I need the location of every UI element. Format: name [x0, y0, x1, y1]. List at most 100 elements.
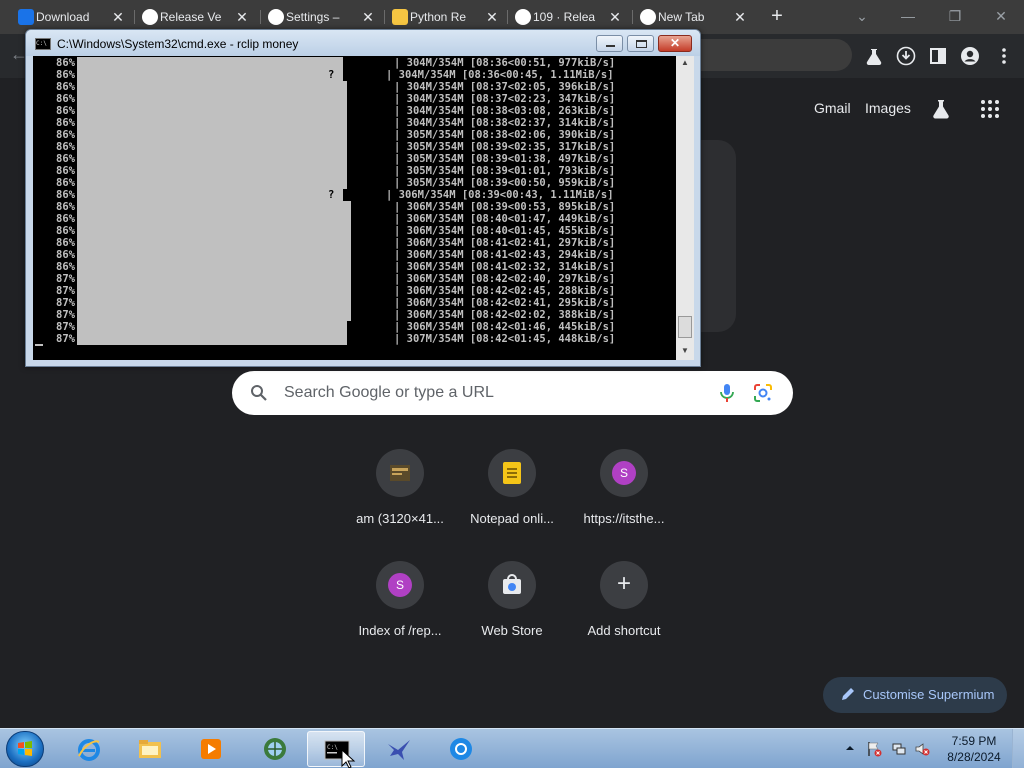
progress-bar-fill: [77, 237, 351, 249]
transfer-stats: | 305M/354M [08:39<02:35, 317kiB/s]: [394, 141, 616, 153]
shortcut-label: Web Store: [481, 623, 543, 638]
shortcut-tile[interactable]: S https://itsthe...: [568, 449, 680, 545]
search-input[interactable]: Search Google or type a URL: [284, 384, 494, 402]
plus-icon: +: [616, 570, 631, 597]
cmd-scrollbar[interactable]: ▲ ▼: [676, 56, 694, 360]
console-line: 87% | 306M/354M [08:42<02:41, 295kiB/s]: [33, 297, 676, 309]
side-panel-icon[interactable]: [928, 46, 948, 66]
scroll-down-arrow-icon[interactable]: ▼: [680, 346, 690, 356]
search-icon: [251, 385, 267, 401]
tab-search-dropdown-icon[interactable]: ⌄: [844, 4, 880, 28]
tab-label: Download: [36, 10, 90, 24]
tab-separator: [384, 10, 385, 24]
microphone-icon[interactable]: [718, 383, 736, 403]
shortcut-tile[interactable]: am (3120×41...: [344, 449, 456, 545]
add-shortcut-tile[interactable]: + Add shortcut: [568, 561, 680, 657]
system-clock[interactable]: 7:59 PM 8/28/2024: [940, 733, 1008, 765]
start-button[interactable]: [6, 731, 44, 767]
transfer-stats: | 304M/354M [08:36<00:51, 977kiB/s]: [394, 57, 616, 69]
shortcut-tile[interactable]: S Index of /rep...: [344, 561, 456, 657]
images-link[interactable]: Images: [865, 100, 911, 116]
scroll-thumb[interactable]: [678, 316, 692, 338]
shortcut-tile[interactable]: Notepad onli...: [456, 449, 568, 545]
taskbar-globe-app[interactable]: [246, 731, 304, 767]
taskbar-browser[interactable]: [432, 731, 490, 767]
github-icon: [515, 9, 531, 25]
transfer-stats: | 306M/354M [08:42<01:46, 445kiB/s]: [394, 321, 616, 333]
cmd-window[interactable]: C:\ C:\Windows\System32\cmd.exe - rclip …: [25, 29, 701, 367]
more-menu-icon[interactable]: [994, 46, 1014, 66]
show-desktop-button[interactable]: [1012, 729, 1024, 768]
browser-tab[interactable]: Python Re ✕: [390, 5, 502, 29]
progress-percent: 87%: [56, 297, 75, 309]
browser-tab[interactable]: 109 · Relea ✕: [513, 5, 625, 29]
gmail-link[interactable]: Gmail: [814, 100, 851, 116]
tab-close-icon[interactable]: ✕: [607, 7, 623, 27]
progress-glyph: ?: [335, 165, 342, 177]
progress-bar-fill: [77, 189, 343, 201]
download-icon[interactable]: [896, 46, 916, 66]
transfer-stats: | 306M/354M [08:42<02:02, 388kiB/s]: [394, 309, 616, 321]
browser-tab[interactable]: New Tab ✕: [638, 5, 750, 29]
shortcut-icon-circle: [376, 449, 424, 497]
shortcut-tile[interactable]: Web Store: [456, 561, 568, 657]
taskbar-bird-app[interactable]: [370, 731, 428, 767]
new-tab-button[interactable]: +: [766, 5, 788, 27]
progress-bar-fill: [77, 105, 347, 117]
console-line: 86% | 306M/354M [08:41<02:43, 294kiB/s]: [33, 249, 676, 261]
cmd-console[interactable]: 86%? | 304M/354M [08:36<00:51, 977kiB/s] 8…: [33, 56, 694, 360]
tab-label: Settings –: [286, 10, 340, 24]
gear-icon: [268, 9, 284, 25]
progress-bar-fill: [77, 153, 347, 165]
tab-close-icon[interactable]: ✕: [234, 7, 250, 27]
shortcut-label: Index of /rep...: [358, 623, 442, 638]
tab-close-icon[interactable]: ✕: [484, 7, 500, 27]
taskbar-media[interactable]: [182, 731, 240, 767]
progress-bar-fill: [77, 333, 347, 345]
volume-muted-icon[interactable]: [914, 741, 930, 757]
taskbar-explorer[interactable]: [121, 731, 179, 767]
google-apps-icon[interactable]: [980, 99, 1000, 119]
scroll-up-arrow-icon[interactable]: ▲: [680, 58, 690, 68]
minimize-button[interactable]: —: [890, 4, 926, 28]
browser-tab[interactable]: Release Ve ✕: [140, 5, 252, 29]
taskbar-ie[interactable]: [60, 731, 118, 767]
progress-bar-fill: [77, 249, 351, 261]
close-browser-button[interactable]: ✕: [983, 4, 1019, 28]
customise-button[interactable]: Customise Supermium: [823, 677, 1007, 713]
cmd-titlebar[interactable]: C:\ C:\Windows\System32\cmd.exe - rclip …: [26, 30, 700, 56]
progress-percent: 86%: [56, 237, 75, 249]
tab-close-icon[interactable]: ✕: [360, 7, 376, 27]
search-labs-icon[interactable]: [930, 98, 952, 120]
progress-bar-fill: [77, 201, 351, 213]
progress-glyph: ?: [335, 93, 342, 105]
tab-close-icon[interactable]: ✕: [732, 7, 748, 27]
google-lens-icon[interactable]: [753, 383, 773, 403]
labs-flask-icon[interactable]: [864, 46, 884, 66]
cmd-minimize-button[interactable]: [596, 35, 623, 52]
tab-close-icon[interactable]: ✕: [110, 7, 126, 27]
transfer-stats: | 306M/354M [08:39<00:43, 1.11MiB/s]: [386, 189, 614, 201]
progress-glyph: ?: [335, 321, 342, 333]
progress-glyph: ?: [335, 117, 342, 129]
browser-tab[interactable]: Download ✕: [16, 5, 128, 29]
cmd-maximize-button[interactable]: [627, 35, 654, 52]
taskbar-cmd[interactable]: C:\: [307, 731, 365, 767]
progress-percent: 86%: [56, 201, 75, 213]
tray-expand-icon[interactable]: [845, 743, 855, 753]
cmd-close-button[interactable]: ✕: [658, 35, 692, 52]
tab-separator: [632, 10, 633, 24]
progress-glyph: ?: [327, 189, 336, 201]
progress-percent: 86%: [56, 93, 75, 105]
profile-avatar-icon[interactable]: [960, 46, 980, 66]
browser-tab[interactable]: Settings – ✕: [266, 5, 378, 29]
progress-percent: 86%: [56, 153, 75, 165]
console-line: 87% | 306M/354M [08:42<02:40, 297kiB/s]: [33, 273, 676, 285]
restore-button[interactable]: ❐: [937, 4, 973, 28]
network-icon[interactable]: [891, 741, 907, 757]
search-box[interactable]: Search Google or type a URL: [232, 371, 793, 415]
action-center-flag-icon[interactable]: [866, 741, 882, 757]
tab-separator: [134, 10, 135, 24]
progress-bar-fill: [77, 93, 347, 105]
progress-glyph: ?: [335, 129, 342, 141]
